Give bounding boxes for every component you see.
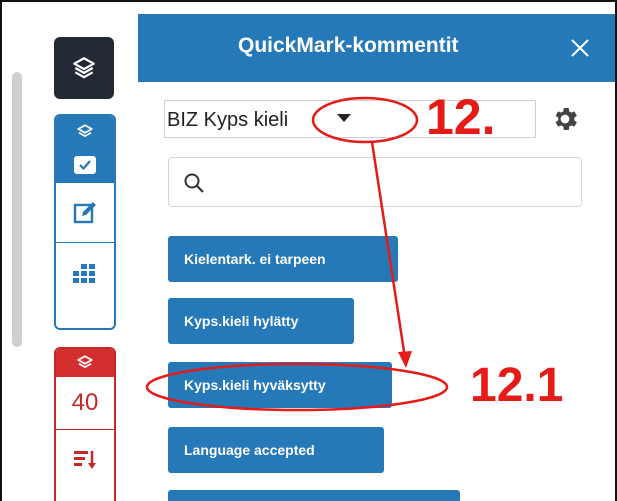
edit-button[interactable] xyxy=(56,182,114,242)
search-box xyxy=(168,157,582,207)
search-icon xyxy=(184,173,204,193)
quickmark-button[interactable]: Kyps.kieli hylätty xyxy=(168,298,354,344)
quickmark-button[interactable]: Language accepted xyxy=(168,427,384,473)
close-icon[interactable] xyxy=(566,34,594,62)
annotation-arrowhead xyxy=(398,351,412,368)
chevron-down-icon xyxy=(337,114,351,122)
sort-button[interactable] xyxy=(56,429,114,489)
scrollbar[interactable] xyxy=(12,72,22,347)
gear-icon[interactable] xyxy=(550,104,580,134)
panel-header: QuickMark-kommentit xyxy=(138,14,615,82)
sort-icon xyxy=(74,450,96,469)
layers-toggle-button[interactable] xyxy=(54,37,114,99)
quickmark-button[interactable]: Kielentark. ei tarpeen xyxy=(168,236,398,282)
quickmark-tool-group xyxy=(54,114,116,330)
layers-icon xyxy=(73,57,95,79)
layers-icon xyxy=(77,355,93,369)
layers-icon xyxy=(77,124,93,138)
annotation-label: 12.1 xyxy=(470,359,564,412)
quickmark-button[interactable]: Kyps.kieli hyväksytty xyxy=(168,362,392,408)
search-input[interactable] xyxy=(215,168,565,198)
checkbox-icon xyxy=(74,156,96,174)
edit-icon xyxy=(73,201,96,223)
group-header[interactable] xyxy=(56,349,114,377)
quickmark-button[interactable] xyxy=(168,490,460,501)
comment-count: 40 xyxy=(71,389,99,416)
panel-title: QuickMark-kommentit xyxy=(238,34,459,57)
comment-count-group: 40 xyxy=(54,347,116,501)
group-header[interactable] xyxy=(56,116,114,148)
quickmark-panel: 40 QuickMark-kommentit BIZ Kyps kieli Ki… xyxy=(0,0,617,501)
quickmark-mode-button[interactable] xyxy=(56,148,114,182)
grid-button[interactable] xyxy=(56,242,114,302)
grid-icon xyxy=(73,263,95,283)
annotation-label: 12. xyxy=(426,89,496,145)
selected-set: BIZ Kyps kieli xyxy=(167,109,289,131)
